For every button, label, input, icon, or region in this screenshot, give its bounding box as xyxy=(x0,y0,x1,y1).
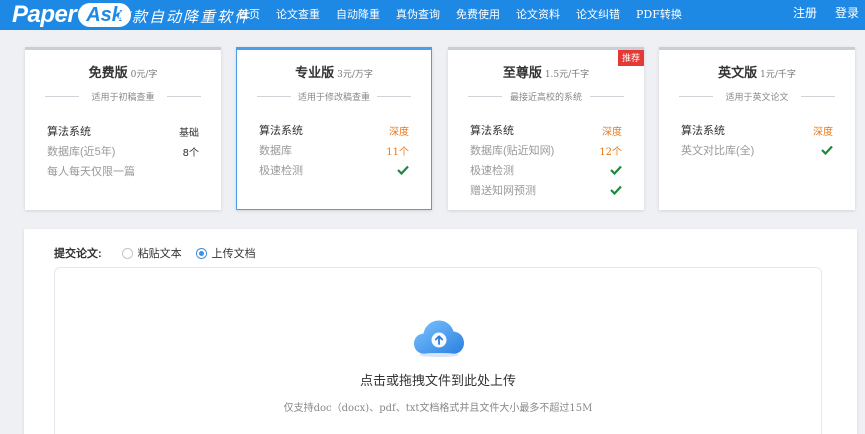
logo[interactable]: Paper Ask xyxy=(12,1,131,28)
nav-paper-check[interactable]: 论文查重 xyxy=(276,0,320,30)
feature-label: 极速检测 xyxy=(259,165,303,177)
feature-value: 深度 xyxy=(389,126,409,138)
auth-links: 注册 登录 xyxy=(775,0,859,30)
plan-feature: 数据库(贴近知网) 12个 xyxy=(470,140,622,160)
check-icon xyxy=(610,165,622,175)
feature-value: 基础 xyxy=(179,127,199,139)
feature-label: 数据库(近5年) xyxy=(47,146,116,158)
radio-upload-doc[interactable]: 上传文档 xyxy=(195,245,256,261)
plan-name: 免费版 xyxy=(88,66,128,81)
plan-card-premium[interactable]: 推荐 至尊版 1.5元/千字 最接近高校的系统 算法系统 深度 数据库(贴近知网)… xyxy=(448,47,644,210)
plan-feature: 算法系统 深度 xyxy=(259,120,409,140)
upload-title: 点击或拖拽文件到此处上传 xyxy=(359,373,516,388)
plan-price: 1.5元/千字 xyxy=(544,70,590,80)
nav-pdf-convert[interactable]: PDF转换 xyxy=(636,0,682,30)
feature-label: 极速检测 xyxy=(470,165,514,177)
slogan: 首款自动降重软件 xyxy=(115,8,252,26)
top-nav-bar: Paper Ask 首款自动降重软件 首页 论文查重 自动降重 真伪查询 免费使… xyxy=(0,0,865,30)
plan-title: 专业版 3元/万字 xyxy=(237,62,431,82)
plan-card-pro[interactable]: 专业版 3元/万字 适用于修改稿查重 算法系统 深度 数据库 11个 极速检测 xyxy=(236,47,432,210)
plan-title: 至尊版 1.5元/千字 xyxy=(448,62,644,82)
feature-label: 英文对比库(全) xyxy=(681,145,755,157)
feature-label: 赠送知网预测 xyxy=(470,185,536,197)
plan-feature: 数据库(近5年) 8个 xyxy=(47,141,199,161)
plan-name: 至尊版 xyxy=(502,66,542,81)
feature-value: 11个 xyxy=(386,146,409,158)
nav-home[interactable]: 首页 xyxy=(238,0,260,30)
plan-feature: 算法系统 深度 xyxy=(681,120,833,140)
radio-label: 粘贴文本 xyxy=(137,248,182,260)
nav-free-use[interactable]: 免费使用 xyxy=(456,0,500,30)
check-icon xyxy=(610,185,622,195)
feature-value: 深度 xyxy=(813,126,833,138)
plan-feature: 每人每天仅限一篇 xyxy=(47,161,199,181)
radio-button-checked[interactable] xyxy=(195,247,207,259)
plan-title: 英文版 1元/千字 xyxy=(659,62,855,82)
feature-label: 算法系统 xyxy=(259,125,303,137)
feature-label: 每人每天仅限一篇 xyxy=(47,166,135,178)
upload-hint: 仅支持doc（docx)、pdf、txt文档格式并且文件大小最多不超过15M xyxy=(283,403,593,414)
plan-feature: 数据库 11个 xyxy=(259,140,409,160)
plan-feature: 极速检测 xyxy=(259,160,409,180)
radio-button[interactable] xyxy=(121,247,133,259)
plan-subtitle: 适用于修改稿查重 xyxy=(257,90,411,103)
cloud-upload-icon xyxy=(414,320,464,357)
plan-subtitle: 最接近高校的系统 xyxy=(468,90,624,103)
plan-card-free[interactable]: 免费版 0元/字 适用于初稿查重 算法系统 基础 数据库(近5年) 8个 每人每天… xyxy=(25,47,221,210)
plan-subtitle: 适用于初稿查重 xyxy=(45,90,201,103)
feature-value: 8个 xyxy=(182,147,199,159)
nav-auto-rewrite[interactable]: 自动降重 xyxy=(336,0,380,30)
feature-label: 数据库 xyxy=(259,145,292,157)
feature-label: 算法系统 xyxy=(681,125,725,137)
main-nav: 首页 论文查重 自动降重 真伪查询 免费使用 论文资料 论文纠错 PDF转换 xyxy=(238,0,698,30)
submit-label: 提交论文: xyxy=(54,248,102,260)
check-icon xyxy=(397,165,409,175)
feature-label: 算法系统 xyxy=(47,126,91,138)
feature-label: 算法系统 xyxy=(470,125,514,137)
plan-feature: 算法系统 深度 xyxy=(470,120,622,140)
radio-label: 上传文档 xyxy=(211,248,256,260)
plan-feature: 赠送知网预测 xyxy=(470,180,622,200)
plan-feature: 算法系统 基础 xyxy=(47,121,199,141)
feature-label: 数据库(贴近知网) xyxy=(470,145,555,157)
plan-subtitle: 适用于英文论文 xyxy=(679,90,835,103)
plan-feature: 英文对比库(全) xyxy=(681,140,833,160)
plan-title: 免费版 0元/字 xyxy=(25,62,221,82)
plan-price: 1元/千字 xyxy=(760,70,796,80)
logo-paper-text: Paper xyxy=(12,1,77,28)
plan-card-english[interactable]: 英文版 1元/千字 适用于英文论文 算法系统 深度 英文对比库(全) xyxy=(659,47,855,210)
nav-verify[interactable]: 真伪查询 xyxy=(396,0,440,30)
feature-value: 12个 xyxy=(599,146,622,158)
plan-feature: 极速检测 xyxy=(470,160,622,180)
feature-value: 深度 xyxy=(602,126,622,138)
login-link[interactable]: 登录 xyxy=(835,0,859,30)
plan-name: 英文版 xyxy=(718,66,758,81)
radio-paste-text[interactable]: 粘贴文本 xyxy=(121,245,182,261)
check-icon xyxy=(821,145,833,155)
register-link[interactable]: 注册 xyxy=(793,0,817,30)
plan-price: 3元/万字 xyxy=(337,70,373,80)
plan-name: 专业版 xyxy=(295,66,335,81)
submit-panel: 提交论文: 粘贴文本 上传文档 点击或拖拽文件到此处上传 仅支持doc（docx… xyxy=(24,229,857,434)
plan-price: 0元/字 xyxy=(130,70,158,80)
nav-resources[interactable]: 论文资料 xyxy=(516,0,560,30)
nav-proofread[interactable]: 论文纠错 xyxy=(576,0,620,30)
upload-dropzone[interactable]: 点击或拖拽文件到此处上传 仅支持doc（docx)、pdf、txt文档格式并且文… xyxy=(54,267,822,434)
submit-mode-row: 提交论文: 粘贴文本 上传文档 xyxy=(54,245,270,261)
